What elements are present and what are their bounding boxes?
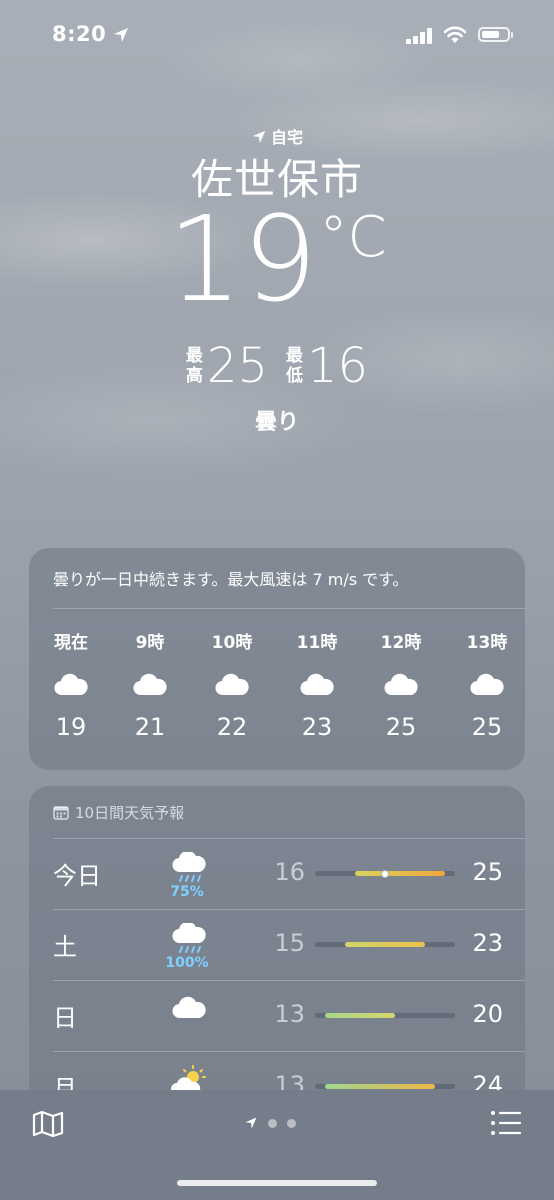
day-label: 日 (53, 1004, 77, 1032)
low-temp: 16 (274, 858, 305, 886)
cloud-icon (36, 671, 106, 699)
low-label-2: 低 (286, 366, 303, 386)
status-time: 8:20 (52, 22, 107, 46)
day-row[interactable]: 日 13 20 (29, 980, 525, 1051)
hourly-forecast-card[interactable]: 曇りが一日中続きます。最大風速は 7 m/s です。 現在 19 9時 21 10時 22… (29, 548, 525, 770)
cloud-icon (169, 994, 209, 1024)
hour-temp: 19 (55, 713, 87, 741)
day-row[interactable]: 土 100% 15 23 (29, 909, 525, 980)
temp-range-track (315, 869, 455, 878)
current-temperature: 19°C (0, 200, 554, 318)
battery-icon (478, 27, 513, 42)
temp-range-bar (325, 1084, 435, 1089)
hour-temp: 23 (301, 713, 333, 741)
high-label-1: 最 (185, 346, 203, 366)
hour-temp: 25 (385, 713, 417, 741)
precip-chance: 75% (170, 884, 204, 900)
forecast-summary: 曇りが一日中続きます。最大風速は 7 m/s です。 (53, 570, 409, 589)
day-row[interactable]: 今日 75% 16 25 (29, 838, 525, 909)
home-location-label: 自宅 (0, 124, 554, 148)
cloud-icon (197, 671, 267, 699)
hour-label: 11時 (296, 633, 338, 653)
low-value: 16 (307, 338, 369, 394)
list-icon[interactable] (490, 1110, 522, 1136)
temp-range-bar (355, 871, 445, 876)
status-bar: 8:20 (0, 22, 554, 54)
hourly-item: 9時 21 (115, 628, 185, 741)
ten-day-title: 10日間天気予報 (53, 802, 184, 823)
low-temp: 15 (274, 929, 305, 957)
hourly-item: 10時 22 (197, 628, 267, 741)
cloud-icon (282, 671, 352, 699)
hourly-item: 現在 19 (36, 628, 106, 741)
precip-chance: 100% (165, 955, 209, 971)
temp-range-bar (325, 1013, 395, 1018)
day-label: 今日 (53, 862, 101, 890)
cellular-signal-icon (406, 28, 432, 44)
hourly-item: 11時 23 (282, 628, 352, 741)
current-temp-dot (381, 869, 389, 878)
temp-range-bar (345, 942, 425, 947)
temperature-unit: °C (319, 205, 387, 270)
page-dot[interactable] (287, 1118, 296, 1128)
hour-temp: 21 (134, 713, 166, 741)
high-temp: 20 (472, 1000, 503, 1028)
hour-temp: 25 (471, 713, 503, 741)
day-label: 土 (53, 933, 77, 961)
home-label-text: 自宅 (270, 128, 303, 147)
hour-label: 10時 (211, 633, 253, 653)
map-icon[interactable] (32, 1110, 64, 1138)
bottom-toolbar (0, 1090, 554, 1200)
hour-label: 現在 (54, 633, 88, 653)
calendar-icon (53, 806, 69, 820)
temp-range-track (315, 942, 455, 947)
temperature-value: 19 (167, 190, 318, 328)
high-low: 最高 25 最低 16 (0, 338, 554, 394)
cloud-icon (366, 671, 436, 699)
condition-text: 曇り (254, 410, 299, 435)
high-temp: 最高 25 (186, 338, 268, 394)
high-value: 25 (206, 338, 268, 394)
ten-day-forecast-card[interactable]: 10日間天気予報 今日 75% 16 25 土 100% 15 23 日 13 20 月 13 24 (29, 786, 525, 1126)
high-label-2: 高 (185, 366, 203, 386)
page-dot[interactable] (268, 1118, 277, 1128)
temp-range-track (315, 1013, 455, 1018)
hourly-item: 12時 25 (366, 628, 436, 741)
hour-temp: 22 (216, 713, 248, 741)
cloud-icon (115, 671, 185, 699)
low-label-1: 最 (286, 346, 303, 366)
divider (53, 608, 525, 609)
home-indicator[interactable] (177, 1180, 377, 1186)
hourly-item: 13時 25 (452, 628, 522, 741)
high-temp: 25 (472, 858, 503, 886)
location-arrow-icon (114, 28, 128, 42)
ten-day-title-text: 10日間天気予報 (75, 804, 185, 822)
hour-label: 9時 (135, 633, 165, 653)
location-arrow-icon (252, 130, 266, 144)
high-temp: 23 (472, 929, 503, 957)
cloud-icon (452, 671, 522, 699)
low-temp: 13 (274, 1000, 305, 1028)
page-indicator[interactable] (244, 1116, 296, 1130)
low-temp: 最低 16 (286, 338, 368, 394)
location-arrow-icon[interactable] (244, 1116, 258, 1130)
hour-label: 12時 (380, 633, 422, 653)
hour-label: 13時 (466, 633, 508, 653)
wifi-icon (443, 26, 467, 43)
temp-range-track (315, 1084, 455, 1089)
